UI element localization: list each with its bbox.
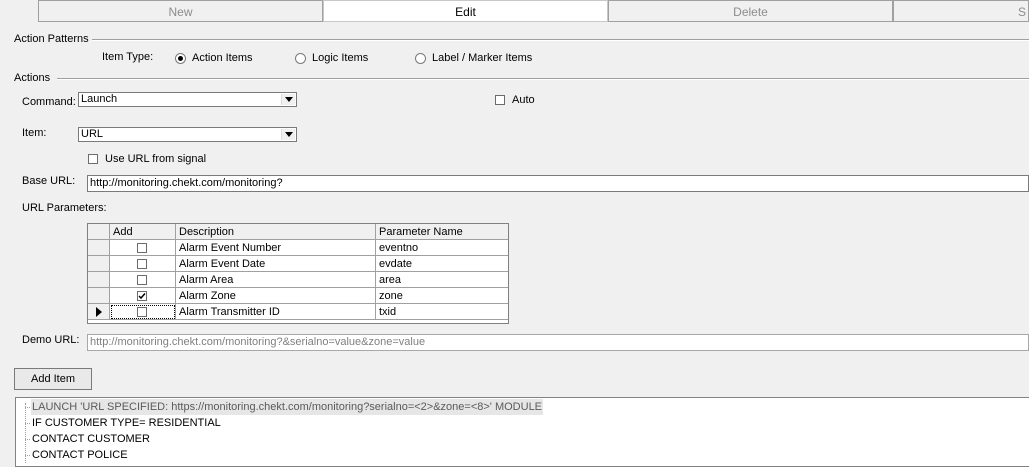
item-select[interactable]: URL — [78, 127, 297, 142]
radio-action-items-label[interactable]: Action Items — [192, 52, 253, 64]
top-toolbar: New Edit Delete S — [0, 0, 1029, 24]
tree-item[interactable]: CONTACT POLICE — [31, 447, 129, 463]
add-item-button[interactable]: Add Item — [14, 368, 92, 390]
radio-label-marker-items-label[interactable]: Label / Marker Items — [432, 52, 532, 64]
table-row-description: Alarm Zone — [176, 288, 376, 304]
tree-line — [25, 439, 30, 440]
table-row-add-cell[interactable] — [110, 240, 176, 256]
command-select-value: Launch — [81, 93, 118, 105]
delete-button[interactable]: Delete — [608, 0, 893, 22]
table-row-description: Alarm Event Date — [176, 256, 376, 272]
row-selector[interactable] — [88, 256, 110, 272]
table-row-param: eventno — [376, 240, 508, 256]
column-header-parameter-name[interactable]: Parameter Name — [376, 224, 508, 240]
row-selector[interactable] — [88, 240, 110, 256]
demo-url-label: Demo URL: — [22, 334, 80, 346]
base-url-input[interactable]: http://monitoring.chekt.com/monitoring? — [87, 175, 1029, 192]
action-patterns-group-label: Action Patterns — [14, 33, 89, 45]
base-url-label: Base URL: — [22, 175, 76, 187]
tree-line — [25, 423, 30, 424]
actions-divider — [57, 78, 1029, 80]
command-label: Command: — [22, 96, 76, 108]
row-selector[interactable] — [88, 272, 110, 288]
row-header-corner — [88, 224, 110, 240]
use-url-from-signal-label[interactable]: Use URL from signal — [105, 153, 206, 165]
url-parameters-label: URL Parameters: — [22, 202, 107, 214]
row-selector[interactable] — [88, 288, 110, 304]
tree-line — [25, 407, 30, 408]
table-row-param: txid — [376, 304, 508, 320]
new-button[interactable]: New — [38, 0, 323, 22]
table-row-description: Alarm Event Number — [176, 240, 376, 256]
table-row-add-cell[interactable] — [110, 272, 176, 288]
radio-label-marker-items[interactable] — [415, 53, 426, 64]
table-row-param: zone — [376, 288, 508, 304]
column-header-add[interactable]: Add — [110, 224, 176, 240]
radio-action-items[interactable] — [175, 53, 186, 64]
table-row-add-cell[interactable] — [110, 304, 176, 320]
current-row-arrow-icon — [96, 307, 102, 317]
tree-item[interactable]: CONTACT CUSTOMER — [31, 431, 151, 447]
demo-url-input[interactable]: http://monitoring.chekt.com/monitoring?&… — [87, 334, 1029, 351]
row-selector-current[interactable] — [88, 304, 110, 320]
url-parameters-table[interactable]: Add Description Parameter Name Alarm Eve… — [87, 223, 509, 324]
table-row-description: Alarm Area — [176, 272, 376, 288]
command-select[interactable]: Launch — [78, 92, 297, 107]
tree-line — [25, 455, 30, 456]
table-row-add-cell[interactable] — [110, 256, 176, 272]
table-row-description: Alarm Transmitter ID — [176, 304, 376, 320]
item-type-label: Item Type: — [102, 51, 154, 63]
use-url-from-signal-checkbox[interactable] — [88, 154, 98, 164]
tree-item[interactable]: LAUNCH 'URL SPECIFIED: https://monitorin… — [31, 399, 544, 415]
tree-line — [25, 403, 26, 463]
actions-group-label: Actions — [14, 72, 51, 84]
tree-item[interactable]: IF CUSTOMER TYPE= RESIDENTIAL — [31, 415, 222, 431]
auto-label[interactable]: Auto — [512, 94, 535, 106]
action-tree[interactable]: LAUNCH 'URL SPECIFIED: https://monitorin… — [15, 397, 1029, 467]
action-patterns-divider — [92, 39, 1029, 41]
radio-logic-items-label[interactable]: Logic Items — [312, 52, 368, 64]
item-select-value: URL — [81, 128, 104, 140]
radio-logic-items[interactable] — [295, 53, 306, 64]
row-add-checkbox[interactable] — [137, 275, 147, 285]
chevron-down-icon[interactable] — [281, 94, 295, 105]
item-label: Item: — [22, 127, 47, 139]
row-add-checkbox[interactable] — [137, 243, 147, 253]
checkmark-icon — [138, 293, 146, 300]
row-add-checkbox[interactable] — [137, 307, 147, 317]
row-add-checkbox[interactable] — [137, 259, 147, 269]
chevron-down-icon[interactable] — [281, 129, 295, 140]
table-row-param: area — [376, 272, 508, 288]
table-row-param: evdate — [376, 256, 508, 272]
table-row-add-cell[interactable] — [110, 288, 176, 304]
column-header-description[interactable]: Description — [176, 224, 376, 240]
edit-button[interactable]: Edit — [323, 0, 608, 22]
auto-checkbox[interactable] — [495, 95, 505, 105]
row-add-checkbox[interactable] — [137, 291, 147, 301]
save-button[interactable]: S — [893, 0, 1029, 22]
